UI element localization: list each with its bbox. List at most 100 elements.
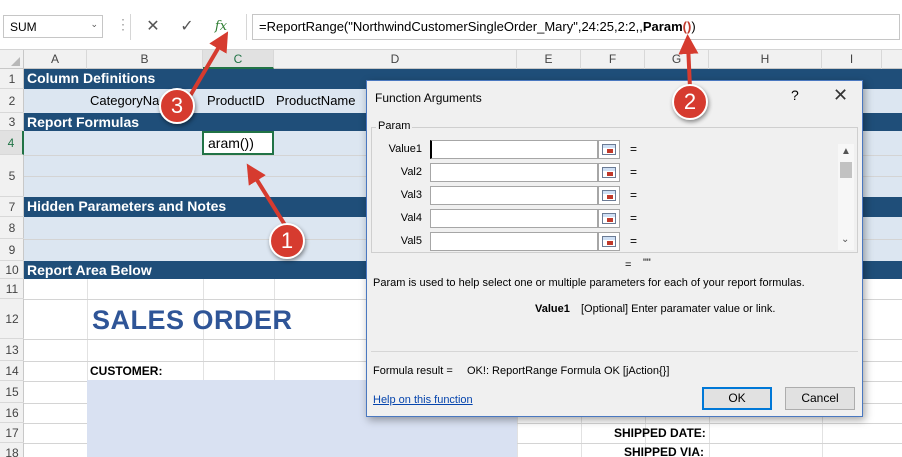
val5-input[interactable]: [430, 232, 598, 251]
name-box[interactable]: SUM ⌄: [3, 15, 103, 38]
column-header-b[interactable]: B: [87, 50, 203, 69]
arg-equals: =: [630, 188, 638, 202]
row-header-10[interactable]: 10: [0, 261, 24, 279]
range-select-icon[interactable]: [598, 186, 620, 205]
arg-equals: =: [630, 234, 638, 248]
column-header-f[interactable]: F: [581, 50, 645, 69]
row-header-14[interactable]: 14: [0, 361, 24, 381]
scroll-down-icon[interactable]: ⌄: [841, 234, 849, 245]
range-select-icon[interactable]: [598, 232, 620, 251]
val3-input[interactable]: [430, 186, 598, 205]
customer-label[interactable]: CUSTOMER:: [90, 364, 162, 378]
arg-label: Value1: [388, 143, 422, 155]
arg-row-value1: Value1 =: [372, 138, 842, 160]
more-options-icon[interactable]: ⋮: [116, 16, 131, 33]
arg-row-val3: Val3 =: [372, 184, 842, 206]
row-header-18[interactable]: 18: [0, 443, 24, 457]
column-headers: A B C D E F G H I: [0, 50, 902, 69]
row-header-3[interactable]: 3: [0, 113, 24, 131]
row-header-13[interactable]: 13: [0, 339, 24, 361]
function-description: Param is used to help select one or mult…: [373, 277, 805, 289]
callout-badge-2: 2: [672, 84, 708, 120]
arg-row-val4: Val4 =: [372, 207, 842, 229]
column-header-a[interactable]: A: [24, 50, 87, 69]
formula-function: Param: [642, 19, 683, 34]
callout-badge-1: 1: [269, 223, 305, 259]
column-header-e[interactable]: E: [517, 50, 581, 69]
shipped-date-label[interactable]: SHIPPED DATE:: [614, 426, 706, 440]
param-name: Value1: [535, 303, 570, 315]
column-header-h[interactable]: H: [709, 50, 822, 69]
row-header-17[interactable]: 17: [0, 423, 24, 443]
name-box-value: SUM: [10, 20, 37, 34]
val2-input[interactable]: [430, 163, 598, 182]
range-select-icon[interactable]: [598, 209, 620, 228]
divider: [371, 351, 858, 352]
result-equals: =: [625, 259, 632, 271]
cell-d2[interactable]: ProductName: [276, 93, 355, 108]
formula-text: =ReportRange("NorthwindCustomerSingleOrd…: [259, 19, 643, 34]
param-description: [Optional] Enter paramater value or link…: [581, 303, 776, 315]
row-headers: 1 2 3 4 5 7 8 9 10 11 12 13 14 15 16 17 …: [0, 69, 24, 457]
arg-label: Val3: [400, 189, 422, 201]
formula-result-label: Formula result =: [373, 365, 453, 377]
arg-equals: =: [630, 142, 638, 156]
args-scrollbar[interactable]: ▲ ⌄: [838, 144, 854, 250]
arg-label: Val2: [400, 166, 422, 178]
shipped-via-label[interactable]: SHIPPED VIA:: [624, 445, 704, 457]
row-header-2[interactable]: 2: [0, 89, 24, 113]
row-header-8[interactable]: 8: [0, 217, 24, 239]
help-icon[interactable]: ?: [791, 87, 799, 103]
column-header-i[interactable]: I: [822, 50, 882, 69]
row-header-7[interactable]: 7: [0, 197, 24, 217]
select-all-corner[interactable]: [0, 50, 24, 69]
formula-result-value: OK!: ReportRange Formula OK [jAction{}]: [467, 365, 670, 377]
cell-c2[interactable]: ProductID: [207, 93, 265, 108]
row-header-16[interactable]: 16: [0, 403, 24, 423]
sales-order-title[interactable]: SALES ORDER: [92, 305, 293, 336]
cell-b2[interactable]: CategoryNa: [90, 93, 159, 108]
cancel-icon[interactable]: ✕: [138, 14, 168, 40]
formula-parens: (): [682, 19, 692, 34]
range-select-icon[interactable]: [598, 163, 620, 182]
value1-input[interactable]: [430, 140, 598, 159]
ok-button[interactable]: OK: [702, 387, 772, 410]
arg-row-val2: Val2 =: [372, 161, 842, 183]
help-on-function-link[interactable]: Help on this function: [373, 394, 473, 406]
arg-equals: =: [630, 165, 638, 179]
close-icon[interactable]: ✕: [833, 85, 848, 106]
formula-input[interactable]: =ReportRange("NorthwindCustomerSingleOrd…: [252, 14, 900, 40]
dialog-title: Function Arguments: [375, 91, 482, 105]
arg-equals: =: [630, 211, 638, 225]
formula-tail: ): [691, 19, 696, 34]
scroll-up-icon[interactable]: ▲: [841, 146, 851, 157]
row-header-5[interactable]: 5: [0, 155, 24, 197]
arg-label: Val5: [400, 235, 422, 247]
enter-check-icon[interactable]: ✓: [172, 14, 202, 40]
formula-bar: SUM ⌄ ⋮ ✕ ✓ fx =ReportRange("NorthwindCu…: [0, 0, 902, 50]
row-header-12[interactable]: 12: [0, 299, 24, 339]
row-header-4[interactable]: 4: [0, 131, 24, 155]
column-header-c[interactable]: C: [203, 50, 274, 69]
param-group: Param Value1 = Val2 = Val3 = Val4 = Val5: [371, 120, 858, 253]
val4-input[interactable]: [430, 209, 598, 228]
chevron-down-icon[interactable]: ⌄: [90, 19, 98, 30]
row-header-9[interactable]: 9: [0, 239, 24, 261]
row-header-15[interactable]: 15: [0, 381, 24, 403]
result-value: "": [643, 257, 651, 269]
row-header-1[interactable]: 1: [0, 69, 24, 89]
column-header-d[interactable]: D: [274, 50, 517, 69]
param-group-label: Param: [376, 120, 413, 132]
function-arguments-dialog: Function Arguments ? ✕ Param Value1 = Va…: [366, 80, 863, 417]
divider: [130, 14, 131, 40]
range-select-icon[interactable]: [598, 140, 620, 159]
arg-row-val5: Val5 =: [372, 230, 842, 252]
callout-badge-3: 3: [159, 88, 195, 124]
insert-function-icon[interactable]: fx: [206, 14, 236, 40]
arg-label: Val4: [400, 212, 422, 224]
row-header-11[interactable]: 11: [0, 279, 24, 299]
active-cell-c4[interactable]: aram()): [202, 131, 274, 155]
cancel-button[interactable]: Cancel: [785, 387, 855, 410]
scroll-thumb[interactable]: [840, 162, 852, 178]
column-header-g[interactable]: G: [645, 50, 709, 69]
